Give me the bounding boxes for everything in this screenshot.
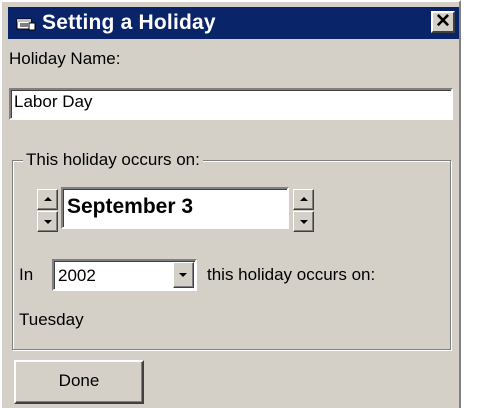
arrow-up-icon bbox=[44, 197, 52, 201]
arrow-down-icon bbox=[300, 220, 308, 224]
done-button-label: Done bbox=[58, 371, 100, 390]
year-select[interactable]: 2002 bbox=[52, 259, 197, 291]
right-spin-up-button[interactable] bbox=[293, 189, 314, 210]
left-spin-down-button[interactable] bbox=[37, 211, 58, 232]
done-button[interactable]: Done bbox=[14, 360, 144, 404]
chevron-down-icon bbox=[179, 273, 187, 277]
close-button[interactable]: ✕ bbox=[431, 11, 455, 33]
in-label: In bbox=[19, 265, 34, 284]
occurs-on-label: this holiday occurs on: bbox=[207, 265, 376, 284]
holiday-name-value: Labor Day bbox=[14, 92, 93, 111]
left-spin-up-button[interactable] bbox=[37, 189, 58, 210]
right-spin-down-button[interactable] bbox=[293, 211, 314, 232]
arrow-up-icon bbox=[300, 197, 308, 201]
year-value: 2002 bbox=[58, 266, 96, 285]
occurs-on-group: This holiday occurs on: September 3 In 2… bbox=[12, 150, 451, 350]
date-field[interactable]: September 3 bbox=[61, 187, 289, 229]
arrow-down-icon bbox=[44, 220, 52, 224]
left-spinner bbox=[37, 189, 58, 232]
close-icon: ✕ bbox=[435, 11, 451, 32]
group-legend: This holiday occurs on: bbox=[23, 150, 203, 170]
window-title: Setting a Holiday bbox=[42, 11, 216, 34]
holiday-name-input[interactable]: Labor Day bbox=[9, 88, 453, 120]
title-bar[interactable]: Setting a Holiday ✕ bbox=[8, 7, 459, 39]
date-value: September 3 bbox=[67, 195, 194, 218]
year-dropdown-button[interactable] bbox=[173, 262, 194, 288]
right-spinner bbox=[293, 189, 314, 232]
holiday-name-label: Holiday Name: bbox=[9, 49, 121, 68]
setting-holiday-dialog: Setting a Holiday ✕ Holiday Name: Labor … bbox=[0, 0, 461, 408]
calendar-window-icon bbox=[16, 16, 36, 32]
weekday-value: Tuesday bbox=[19, 310, 84, 329]
